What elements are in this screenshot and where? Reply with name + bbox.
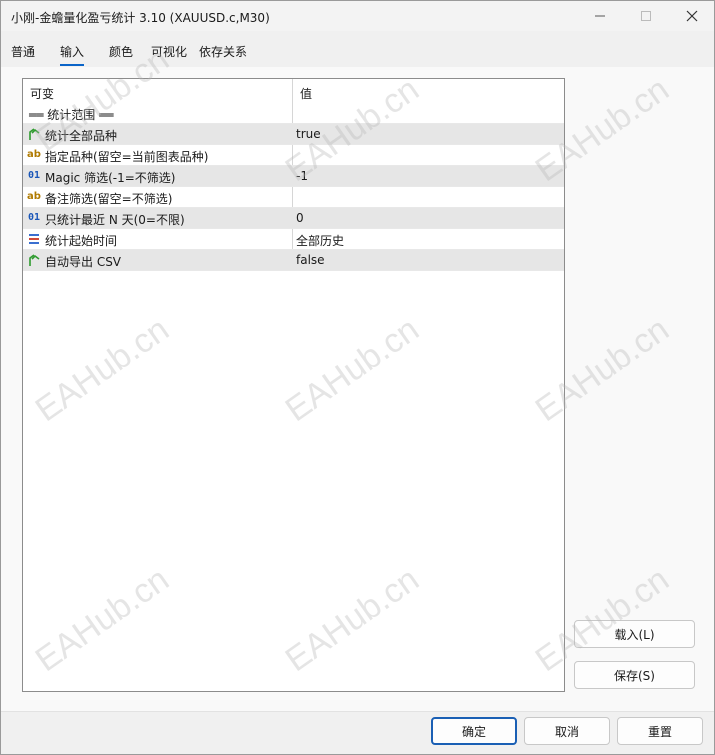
ok-button[interactable]: 确定 [431, 717, 517, 745]
input-row[interactable]: ab 指定品种(留空=当前图表品种) [23, 145, 564, 166]
cancel-button[interactable]: 取消 [524, 717, 610, 745]
input-name: Magic 筛选(-1=不筛选) [45, 171, 176, 185]
input-value[interactable]: 全部历史 [296, 232, 344, 249]
column-header-value[interactable]: 值 [300, 85, 312, 102]
tab-dependencies[interactable]: 依存关系 [199, 43, 247, 60]
input-name: 统计全部品种 [45, 129, 118, 143]
tab-inputs[interactable]: 输入 [60, 43, 85, 66]
input-name: 统计起始时间 [45, 234, 118, 248]
string-icon: ab [27, 191, 41, 202]
input-row[interactable]: ab 备注筛选(留空=不筛选) [23, 187, 564, 208]
input-name: 指定品种(留空=当前图表品种) [45, 150, 209, 164]
maximize-icon [641, 11, 651, 21]
section-row[interactable]: ══ 统计范围 ══ [23, 103, 564, 124]
input-row[interactable]: 01 只统计最近 N 天(0=不限) 0 [23, 208, 564, 229]
int-icon: 01 [27, 212, 41, 223]
input-row[interactable]: 01 Magic 筛选(-1=不筛选) -1 [23, 166, 564, 187]
inputs-grid: 可变 值 ══ 统计范围 ══ 统计全部品种 true ab 指定品种(留空=当… [22, 78, 565, 692]
window-title: 小刚-金蟾量化盈亏统计 3.10 (XAUUSD.c,M30) [11, 11, 270, 25]
close-icon [686, 10, 698, 22]
section-label: ══ 统计范围 ══ [29, 108, 114, 122]
grid-header: 可变 值 [23, 79, 564, 103]
input-value[interactable]: false [296, 253, 325, 267]
tab-visualization[interactable]: 可视化 [151, 43, 187, 60]
column-header-variable[interactable]: 可变 [30, 85, 54, 102]
tab-common[interactable]: 普通 [11, 43, 35, 60]
string-icon: ab [27, 149, 41, 160]
title-bar: 小刚-金蟾量化盈亏统计 3.10 (XAUUSD.c,M30) [1, 1, 714, 31]
input-row[interactable]: 统计全部品种 true [23, 124, 564, 145]
close-button[interactable] [669, 1, 715, 31]
load-button[interactable]: 载入(L) [574, 620, 695, 648]
input-value[interactable]: true [296, 127, 321, 141]
input-row[interactable]: 统计起始时间 全部历史 [23, 229, 564, 250]
int-icon: 01 [27, 170, 41, 181]
input-name: 备注筛选(留空=不筛选) [45, 192, 173, 206]
bool-icon [27, 127, 41, 141]
reset-button[interactable]: 重置 [617, 717, 703, 745]
minimize-icon [595, 15, 605, 17]
input-name: 自动导出 CSV [45, 255, 122, 269]
maximize-button[interactable] [623, 1, 669, 31]
save-button[interactable]: 保存(S) [574, 661, 695, 689]
minimize-button[interactable] [577, 1, 623, 31]
input-row[interactable]: 自动导出 CSV false [23, 250, 564, 271]
tab-bar: 普通 输入 颜色 可视化 依存关系 [1, 31, 714, 67]
input-value[interactable]: 0 [296, 211, 304, 225]
tab-colors[interactable]: 颜色 [109, 43, 133, 60]
enum-icon [27, 232, 41, 246]
input-name: 只统计最近 N 天(0=不限) [45, 213, 185, 227]
bool-icon [27, 253, 41, 267]
input-value[interactable]: -1 [296, 169, 308, 183]
dialog-window: 小刚-金蟾量化盈亏统计 3.10 (XAUUSD.c,M30) 普通 输入 颜色… [0, 0, 715, 755]
